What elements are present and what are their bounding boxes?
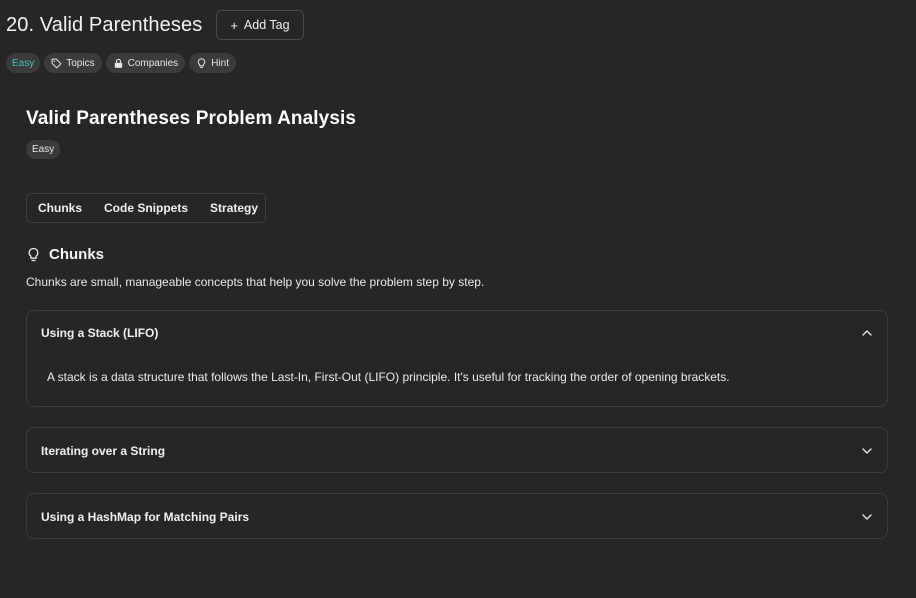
chunks-heading: Chunks [26, 246, 104, 263]
chunk-title: Using a Stack (LIFO) [41, 326, 159, 340]
add-tag-label: Add Tag [243, 18, 290, 32]
chunk-accordion-header[interactable]: Using a HashMap for Matching Pairs [27, 494, 887, 539]
hint-label: Hint [211, 57, 229, 69]
topics-label: Topics [66, 57, 95, 69]
companies-label: Companies [127, 57, 179, 69]
topics-tag[interactable]: Topics [44, 53, 102, 73]
lightbulb-icon [196, 57, 207, 69]
lightbulb-icon [26, 247, 41, 263]
tab-code-snippets[interactable]: Code Snippets [97, 201, 195, 215]
chevron-down-icon[interactable] [861, 445, 873, 457]
chunk-accordion-item: Using a Stack (LIFO) A stack is a data s… [26, 310, 888, 407]
chevron-up-icon[interactable] [861, 327, 873, 339]
difficulty-label: Easy [12, 57, 35, 69]
lock-icon [113, 58, 124, 69]
problem-header: 20. Valid Parentheses + Add Tag [6, 10, 304, 40]
chunk-title: Iterating over a String [41, 443, 166, 458]
tab-strategy[interactable]: Strategy [203, 201, 265, 215]
analysis-title: Valid Parentheses Problem Analysis [26, 108, 357, 129]
companies-tag[interactable]: Companies [105, 53, 186, 73]
chunk-accordion-header[interactable]: Iterating over a String [27, 428, 887, 473]
chunk-accordion-header[interactable]: Using a Stack (LIFO) [27, 311, 887, 355]
problem-page: 20. Valid Parentheses + Add Tag Easy Top… [0, 0, 916, 598]
chunk-accordion-item: Using a HashMap for Matching Pairs [26, 493, 888, 539]
chunks-title: Chunks [49, 246, 105, 263]
add-tag-button[interactable]: + Add Tag [216, 10, 304, 40]
hint-tag[interactable]: Hint [189, 53, 236, 73]
tab-chunks[interactable]: Chunks [31, 201, 89, 215]
analysis-tabs: Chunks Code Snippets Strategy [26, 193, 266, 223]
chunk-title: Using a HashMap for Matching Pairs [41, 509, 250, 524]
difficulty-tag[interactable]: Easy [6, 53, 41, 73]
plus-icon: + [230, 17, 238, 33]
chunk-body: A stack is a data structure that follows… [47, 370, 730, 384]
analysis-difficulty-badge: Easy [26, 140, 61, 159]
chunk-accordion-item: Iterating over a String [26, 427, 888, 473]
chevron-down-icon[interactable] [861, 511, 873, 523]
tag-icon [51, 58, 62, 69]
chunks-description: Chunks are small, manageable concepts th… [26, 275, 485, 289]
problem-tags: Easy Topics Companies Hint [6, 53, 236, 73]
problem-title: 20. Valid Parentheses [6, 13, 203, 36]
analysis-header: Valid Parentheses Problem Analysis Easy [26, 108, 888, 159]
